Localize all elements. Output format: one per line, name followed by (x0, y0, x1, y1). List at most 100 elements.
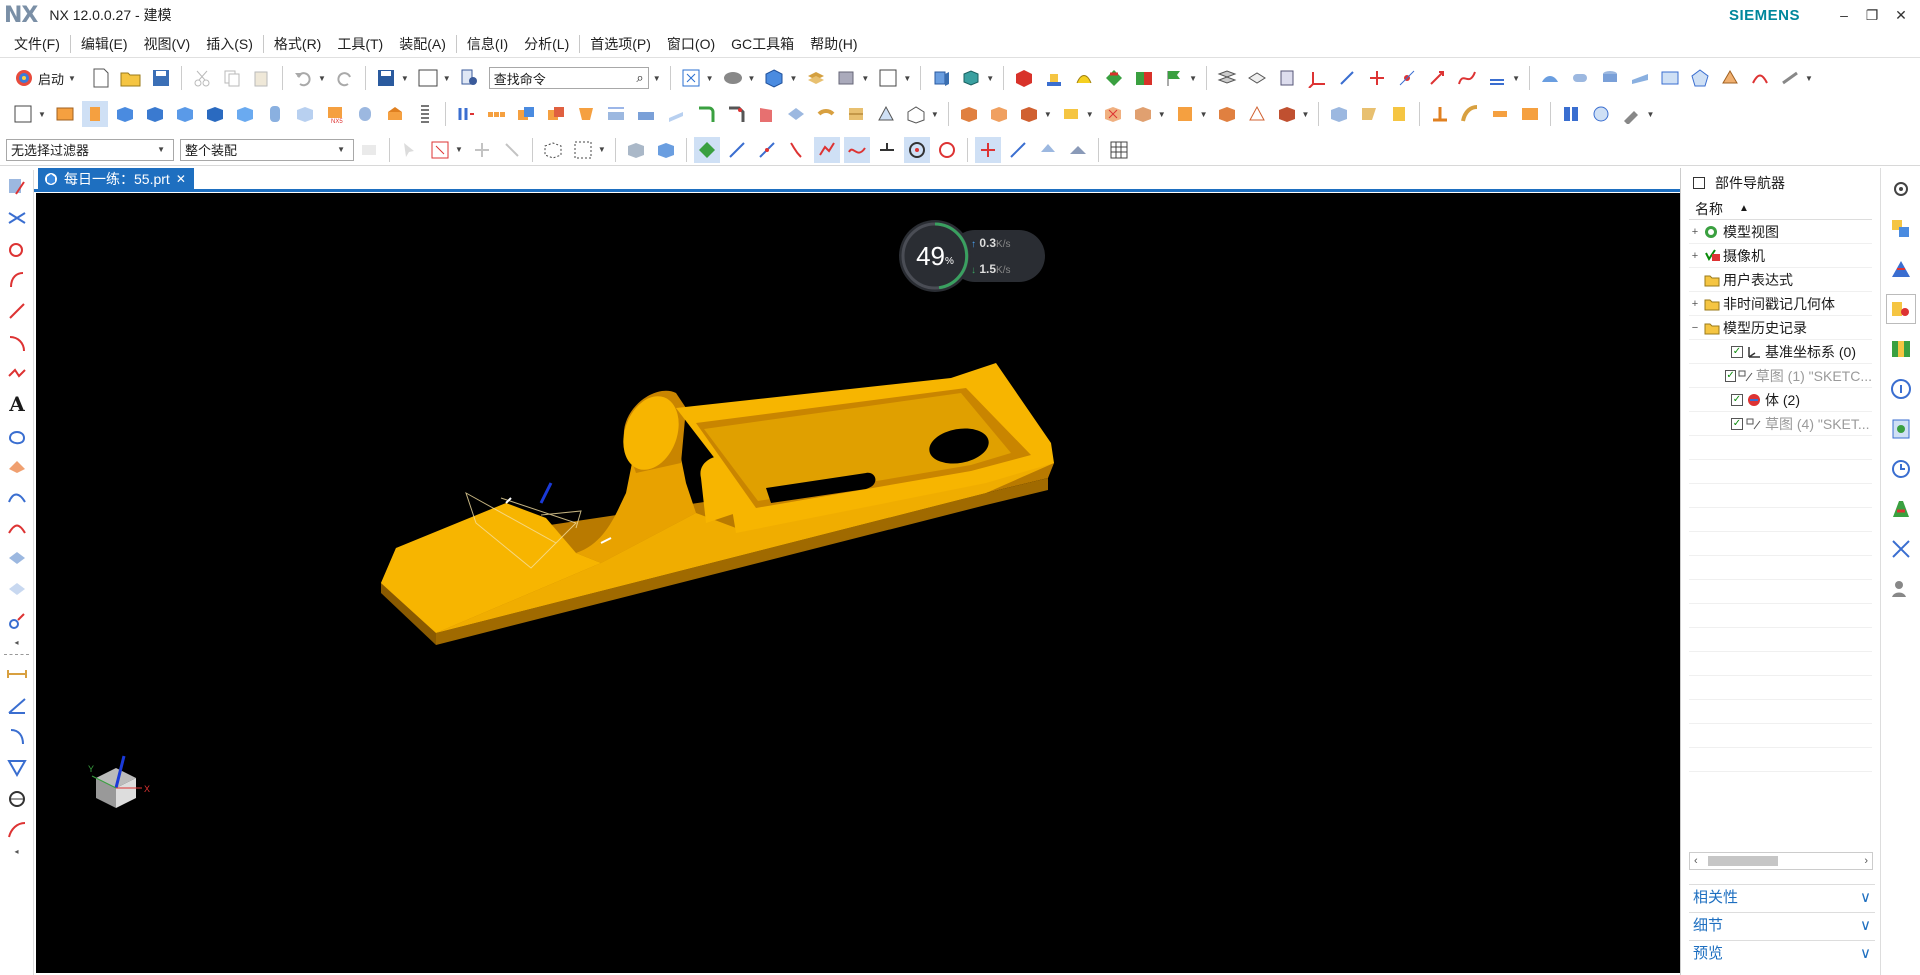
bend-icon[interactable] (1457, 101, 1483, 127)
paste-icon[interactable] (249, 65, 275, 91)
roles-icon[interactable] (1886, 574, 1916, 604)
minimize-button[interactable]: – (1829, 4, 1859, 26)
pattern-icon[interactable] (453, 101, 479, 127)
snap-control-icon[interactable] (784, 137, 810, 163)
rib-icon[interactable] (843, 101, 869, 127)
sync-pattern-icon[interactable] (1130, 101, 1156, 127)
profile-icon[interactable] (3, 204, 31, 232)
arc-3pt-icon[interactable] (3, 328, 31, 356)
column-header-name[interactable]: 名称 ▲ (1689, 198, 1872, 220)
tools-icon[interactable] (1618, 101, 1644, 127)
surface-blue-icon[interactable] (1537, 65, 1563, 91)
text-tool-icon[interactable]: A (3, 390, 31, 418)
save-icon[interactable] (148, 65, 174, 91)
select-intent-icon[interactable] (499, 137, 525, 163)
plane-stack-icon[interactable] (1214, 65, 1240, 91)
expand-icon[interactable]: + (1689, 226, 1701, 238)
tree-node[interactable]: + 模型视图 (1689, 220, 1872, 244)
start-button[interactable]: 启动 ▼ (8, 68, 86, 88)
close-window-button[interactable]: ✕ (1886, 4, 1916, 26)
sync-edit-icon[interactable] (1274, 101, 1300, 127)
select-body-icon[interactable] (653, 137, 679, 163)
measure-arc-icon[interactable] (3, 816, 31, 844)
menu-gc-toolbox[interactable]: GC工具箱 (723, 30, 802, 58)
hole-icon[interactable] (232, 101, 258, 127)
section-curve-icon[interactable] (3, 576, 31, 604)
menu-analysis[interactable]: 分析(L) (516, 30, 577, 58)
tree-node[interactable]: ✓ 草图 (4) "SKET... (1689, 412, 1872, 436)
system-materials-icon[interactable] (1886, 494, 1916, 524)
snap-point-on-curve-icon[interactable] (1005, 137, 1031, 163)
extrude-block-icon[interactable] (52, 101, 78, 127)
hd3d-tools-icon[interactable] (1886, 374, 1916, 404)
tree-node[interactable]: + 摄像机 (1689, 244, 1872, 268)
cylinder-icon[interactable] (1597, 65, 1623, 91)
assembly-filter-icon[interactable] (356, 137, 382, 163)
revolve-icon[interactable] (81, 101, 108, 127)
intersect-curve-icon[interactable] (3, 545, 31, 573)
chamfer-icon[interactable] (723, 101, 749, 127)
snap-intersection-icon[interactable] (813, 136, 840, 163)
split-body-icon[interactable] (633, 101, 659, 127)
trim-body-icon[interactable] (603, 101, 629, 127)
thicken-icon[interactable] (813, 101, 839, 127)
tree-node[interactable]: ✓ 基准坐标系 (0) (1689, 340, 1872, 364)
sync-move-face-icon[interactable] (956, 101, 982, 127)
sketch-rect-icon[interactable] (10, 101, 36, 127)
menu-view[interactable]: 视图(V) (136, 30, 199, 58)
tree-node[interactable]: ✓ 体 (2) (1689, 388, 1872, 412)
menu-format[interactable]: 格式(R) (266, 30, 329, 58)
view-triad-icon[interactable] (958, 65, 984, 91)
red-cube-icon[interactable] (1011, 65, 1037, 91)
history-icon[interactable] (1886, 454, 1916, 484)
menu-information[interactable]: 信息(I) (459, 30, 516, 58)
visibility-checkbox[interactable]: ✓ (1725, 369, 1736, 382)
project-curve-icon[interactable] (3, 483, 31, 511)
contour-flange-icon[interactable] (1386, 101, 1412, 127)
render-style-icon[interactable] (720, 65, 746, 91)
slot-icon[interactable] (352, 101, 378, 127)
sweep-icon[interactable] (1071, 65, 1097, 91)
menu-insert[interactable]: 插入(S) (198, 30, 261, 58)
sync-shell-icon[interactable] (1244, 101, 1270, 127)
sphere-icon[interactable] (202, 101, 228, 127)
sync-delete-icon[interactable] (1100, 101, 1126, 127)
shaded-cube-icon[interactable] (761, 65, 787, 91)
sync-offset-icon[interactable] (986, 101, 1012, 127)
groove-icon[interactable] (382, 101, 408, 127)
snap-endpoint-icon[interactable] (724, 137, 750, 163)
visibility-checkbox[interactable]: ✓ (1731, 345, 1743, 358)
tree-node[interactable]: − 模型历史记录 (1689, 316, 1872, 340)
snap-bounded-grid-icon[interactable] (1065, 137, 1091, 163)
spline-icon[interactable] (1454, 65, 1480, 91)
sync-group-icon[interactable] (1172, 101, 1198, 127)
quick-pick-icon[interactable] (469, 137, 495, 163)
select-all-icon[interactable] (540, 137, 566, 163)
arc-tool-icon[interactable] (3, 266, 31, 294)
isoparametric-icon[interactable] (3, 607, 31, 635)
offset-curve-icon[interactable] (3, 452, 31, 480)
ruler-book-icon[interactable] (1558, 101, 1584, 127)
menu-edit[interactable]: 编辑(E) (73, 30, 136, 58)
select-face-icon[interactable] (623, 137, 649, 163)
spring-icon[interactable] (412, 101, 438, 127)
redo-icon[interactable] (332, 65, 358, 91)
datum-point-icon[interactable] (1394, 65, 1420, 91)
loop-icon[interactable] (3, 421, 31, 449)
navigator-checkbox-icon[interactable] (1693, 177, 1705, 189)
process-studio-icon[interactable] (1886, 534, 1916, 564)
sketch-task-icon[interactable] (3, 173, 31, 201)
pad-nx5-icon[interactable]: NX5 (322, 101, 348, 127)
green-diamond-icon[interactable] (1101, 65, 1127, 91)
visibility-checkbox[interactable]: ✓ (1731, 417, 1743, 430)
save-all-icon[interactable] (373, 65, 399, 91)
visibility-checkbox[interactable]: ✓ (1731, 393, 1743, 406)
grid-icon[interactable] (1106, 137, 1132, 163)
selection-filter-dropdown[interactable]: 无选择过滤器 ▼ (6, 138, 174, 161)
flag-icon[interactable] (1161, 65, 1187, 91)
constraint-navigator-icon[interactable] (1886, 254, 1916, 284)
sync-replace-icon[interactable] (1016, 101, 1042, 127)
snap-quadrant-icon[interactable] (934, 137, 960, 163)
circle-tool-icon[interactable] (3, 235, 31, 263)
close-tab-icon[interactable]: ✕ (176, 172, 186, 186)
